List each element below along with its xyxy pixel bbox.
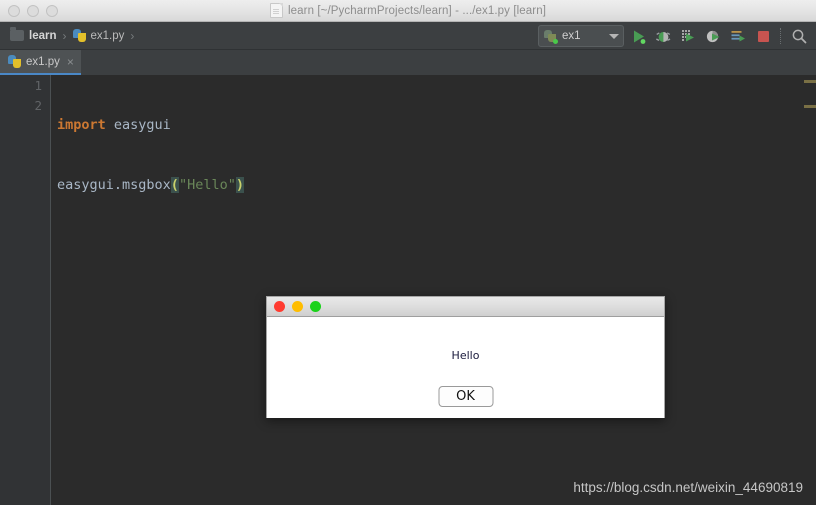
code-marker[interactable] xyxy=(804,80,816,83)
chevron-down-icon[interactable] xyxy=(609,33,619,39)
ide-navigation-bar: learn › ex1.py › ex1 xyxy=(0,22,816,50)
dialog-titlebar xyxy=(267,297,664,317)
editor-marker-gutter[interactable] xyxy=(804,75,816,505)
code-line-2: easygui.msgbox("Hello") xyxy=(57,175,244,195)
token-string-hello: "Hello" xyxy=(178,177,236,193)
run-button[interactable] xyxy=(627,25,649,47)
window-title-group: learn [~/PycharmProjects/learn] - .../ex… xyxy=(0,3,816,18)
watermark: https://blog.csdn.net/weixin_44690819 xyxy=(573,480,803,495)
main-toolbar-actions: ex1 xyxy=(538,25,810,47)
python-file-icon xyxy=(72,29,86,42)
code-editor[interactable]: 1 2 import easygui easygui.msgbox("Hello… xyxy=(0,75,816,505)
dialog-body: Hello OK xyxy=(267,317,664,418)
minimize-button[interactable] xyxy=(27,5,39,17)
tab-label: ex1.py xyxy=(26,55,60,68)
window-title: learn [~/PycharmProjects/learn] - .../ex… xyxy=(288,4,546,17)
run-with-console-button[interactable] xyxy=(727,25,749,47)
close-button[interactable] xyxy=(8,5,20,17)
breadcrumb: learn › ex1.py › xyxy=(0,27,135,43)
breadcrumb-separator-1: › xyxy=(62,28,67,43)
token-close-paren: ) xyxy=(235,177,244,193)
run-configuration-label: ex1 xyxy=(562,30,581,42)
token-open-paren: ( xyxy=(170,177,179,193)
editor-gutter[interactable]: 1 2 xyxy=(0,75,51,505)
zoom-button[interactable] xyxy=(46,5,58,17)
tab-ex1-py[interactable]: ex1.py × xyxy=(0,50,81,75)
macos-titlebar: learn [~/PycharmProjects/learn] - .../ex… xyxy=(0,0,816,22)
token-call-easygui-msgbox: easygui.msgbox xyxy=(57,177,171,193)
easygui-message-dialog[interactable]: Hello OK xyxy=(266,296,665,418)
folder-icon xyxy=(10,27,24,41)
close-icon[interactable]: × xyxy=(67,56,74,68)
breadcrumb-label-learn: learn xyxy=(29,29,57,42)
code-content[interactable]: import easygui easygui.msgbox("Hello") xyxy=(57,75,244,235)
token-module-easygui: easygui xyxy=(105,117,171,133)
search-everywhere-button[interactable] xyxy=(788,25,810,47)
stop-button[interactable] xyxy=(752,25,774,47)
python-run-config-icon xyxy=(544,29,558,44)
dialog-close-button[interactable] xyxy=(274,301,285,312)
breadcrumb-separator-2: › xyxy=(130,28,135,43)
window-traffic-lights[interactable] xyxy=(8,5,58,17)
profile-button[interactable] xyxy=(702,25,724,47)
line-number-1: 1 xyxy=(34,78,42,93)
dialog-minimize-button[interactable] xyxy=(292,301,303,312)
breadcrumb-item-ex1[interactable]: ex1.py xyxy=(71,28,127,43)
python-file-icon xyxy=(8,55,21,68)
code-line-1: import easygui xyxy=(57,115,244,135)
debug-button[interactable] xyxy=(652,25,674,47)
ok-button[interactable]: OK xyxy=(438,386,493,407)
dialog-message: Hello xyxy=(451,349,480,362)
code-marker[interactable] xyxy=(804,105,816,108)
dialog-traffic-lights[interactable] xyxy=(274,301,321,312)
run-coverage-button[interactable] xyxy=(677,25,699,47)
token-keyword-import: import xyxy=(57,117,106,133)
line-number-2: 2 xyxy=(34,98,42,113)
editor-tab-bar: ex1.py × xyxy=(0,50,816,75)
dialog-zoom-button[interactable] xyxy=(310,301,321,312)
toolbar-separator xyxy=(780,28,782,44)
breadcrumb-label-ex1: ex1.py xyxy=(90,29,125,42)
breadcrumb-item-learn[interactable]: learn xyxy=(8,27,59,43)
document-icon xyxy=(270,3,283,18)
run-configuration-selector[interactable]: ex1 xyxy=(538,25,624,47)
